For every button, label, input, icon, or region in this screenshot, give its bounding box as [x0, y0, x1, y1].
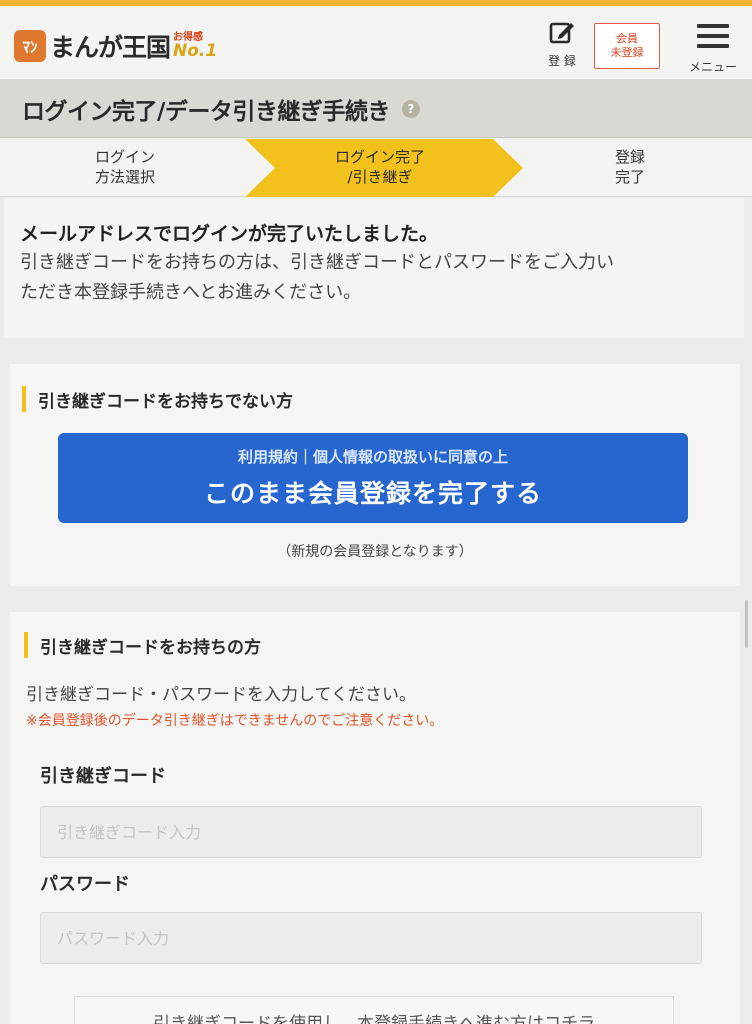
transfer-code-input[interactable] — [40, 806, 702, 858]
cta-main-label: このまま会員登録を完了する — [203, 479, 542, 508]
complete-registration-button[interactable]: 利用規約｜個人情報の取扱いに同意の上 このまま会員登録を完了する — [58, 433, 688, 523]
intro-heading: メールアドレスでログインが完了いたしました。 — [20, 223, 439, 245]
logo-badge-big: No.1 — [173, 40, 218, 61]
member-status-line1: 会員 — [616, 32, 638, 46]
member-status-line2: 未登録 — [610, 46, 644, 59]
intro-message: メールアドレスでログインが完了いたしました。 引き継ぎコードをお持ちの方は、引き… — [4, 198, 744, 338]
step-registration-complete: 登録 完了 — [614, 148, 645, 186]
password-input[interactable] — [40, 912, 702, 964]
page-title: ログイン完了/データ引き継ぎ手続き — [22, 98, 390, 125]
proceed-with-code-link[interactable]: 引き継ぎコードを使用し、本登録手続きへ進む方はコチラ — [74, 996, 674, 1024]
register-label: 登 録 — [548, 54, 576, 68]
code-warning: ※会員登録後のデータ引き継ぎはできませんのでご注意ください。 — [26, 713, 444, 729]
site-logo[interactable]: ﾏﾝ まんが王国 お得感 No.1 — [14, 28, 217, 64]
logo-text: まんが王国 — [50, 33, 171, 62]
heading-accent-bar — [22, 386, 26, 412]
code-heading: 引き継ぎコードをお持ちの方 — [24, 632, 261, 658]
cta-subtext: 利用規約｜個人情報の取扱いに同意の上 — [237, 448, 508, 466]
no-code-section: 引き継ぎコードをお持ちでない方 利用規約｜個人情報の取扱いに同意の上 このまま会… — [10, 364, 740, 586]
pencil-edit-icon — [549, 22, 574, 44]
site-header: ﾏﾝ まんが王国 お得感 No.1 登 録 会員 未登録 メニュー — [0, 6, 752, 80]
code-section: 引き継ぎコードをお持ちの方 引き継ぎコード・パスワードを入力してください。 ※会… — [10, 612, 740, 1024]
register-button[interactable]: 登 録 — [538, 16, 586, 74]
intro-text-line1: 引き継ぎコードをお持ちの方は、引き継ぎコードとパスワードをご入力い — [20, 252, 614, 273]
logo-badge: お得感 No.1 — [173, 32, 218, 61]
new-registration-note: （新規の会員登録となります） — [277, 544, 473, 560]
step-login-method: ログイン 方法選択 — [94, 148, 155, 186]
member-status-badge[interactable]: 会員 未登録 — [594, 23, 660, 69]
intro-text-line2: ただき本登録手続きへとお進みください。 — [20, 282, 362, 303]
scrollbar[interactable] — [745, 600, 748, 648]
logo-book-icon: ﾏﾝ — [14, 30, 46, 62]
progress-steps: ログイン 方法選択 ログイン完了 /引き継ぎ 登録 完了 — [0, 139, 752, 197]
help-icon[interactable]: ? — [401, 99, 420, 118]
hamburger-icon — [697, 24, 729, 48]
code-description: 引き継ぎコード・パスワードを入力してください。 — [26, 685, 416, 705]
transfer-code-label: 引き継ぎコード — [40, 766, 166, 787]
page-title-bar: ログイン完了/データ引き継ぎ手続き ? — [0, 80, 752, 138]
heading-accent-bar — [24, 632, 28, 658]
no-code-heading: 引き継ぎコードをお持ちでない方 — [22, 386, 293, 412]
password-label: パスワード — [40, 874, 130, 895]
menu-button[interactable]: メニュー — [680, 18, 746, 76]
menu-label: メニュー — [688, 60, 737, 74]
step-login-complete: ログイン完了 /引き継ぎ — [334, 148, 425, 186]
